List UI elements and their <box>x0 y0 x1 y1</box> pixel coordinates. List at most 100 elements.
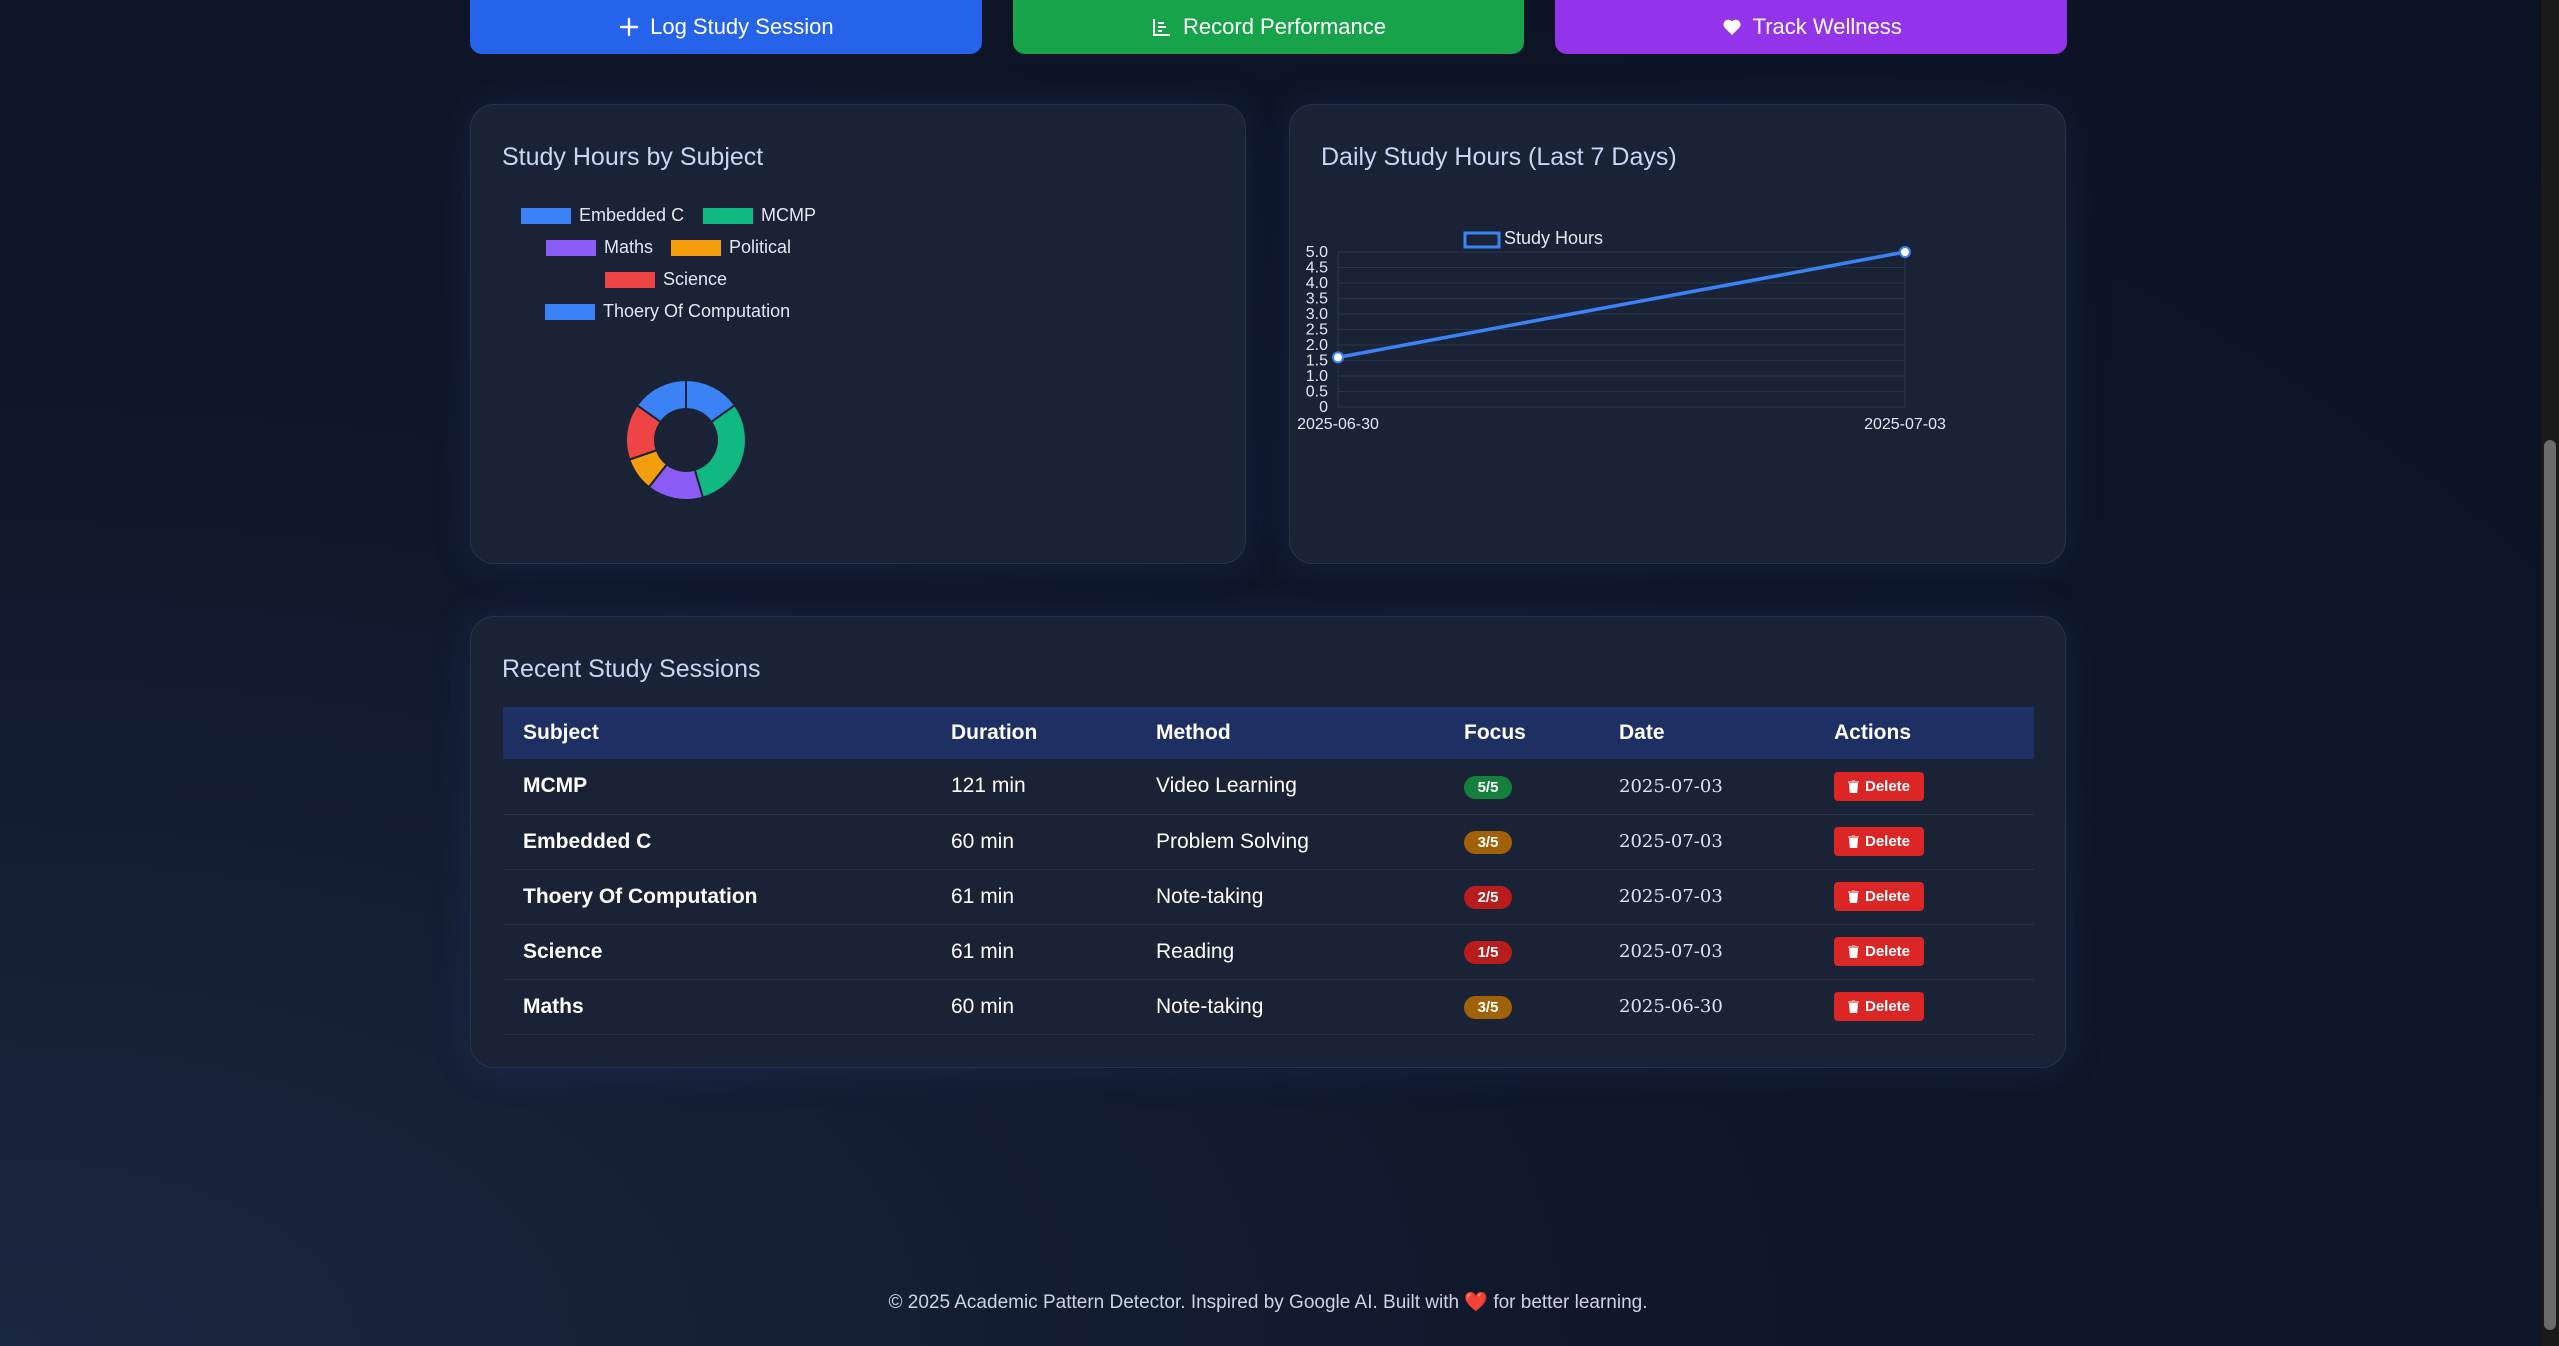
log-study-session-button[interactable]: Log Study Session <box>470 0 982 54</box>
trash-icon <box>1848 1000 1859 1013</box>
y-tick-label: 4.0 <box>1306 275 1328 292</box>
table-row: Thoery Of Computation 61 min Note-taking 2/… <box>503 869 2034 925</box>
log-study-session-label: Log Study Session <box>650 14 834 39</box>
legend-label: Maths <box>604 237 654 257</box>
legend-item-mcmp[interactable]: MCMP <box>703 205 816 226</box>
cell-date: 2025-07-03 <box>1599 814 1814 870</box>
y-tick-label: 3.0 <box>1306 306 1328 323</box>
focus-badge: 3/5 <box>1464 996 1512 1019</box>
legend-item-thoery-of-computation[interactable]: Thoery Of Computation <box>545 301 790 322</box>
cell-duration: 60 min <box>931 979 1136 1035</box>
column-header-focus: Focus <box>1464 721 1526 744</box>
legend-label: MCMP <box>761 205 816 225</box>
delete-label: Delete <box>1865 998 1911 1015</box>
cell-method: Reading <box>1136 924 1444 980</box>
y-tick-label: 0.5 <box>1306 384 1328 401</box>
y-tick-label: 4.5 <box>1306 260 1328 277</box>
sessions-table: Subject Duration Method Focus Date Actio… <box>503 707 2034 1035</box>
delete-button[interactable]: Delete <box>1834 882 1925 911</box>
cell-focus: 3/5 <box>1444 814 1599 870</box>
legend-swatch <box>671 239 721 256</box>
data-point[interactable] <box>1332 351 1344 364</box>
chart-bar-icon <box>1151 16 1173 38</box>
y-tick-label: 0 <box>1319 399 1328 416</box>
cell-subject: Thoery Of Computation <box>503 869 931 925</box>
legend-label: Science <box>663 269 728 289</box>
trash-icon <box>1848 835 1859 848</box>
legend-item-political[interactable]: Political <box>671 237 791 258</box>
cell-actions: Delete <box>1814 869 2034 925</box>
y-tick-label: 2.5 <box>1306 322 1328 339</box>
daily-study-hours-line-chart[interactable]: Study Hours 00.51.01.52.02.53.03.54.04.55… <box>1290 105 2067 565</box>
cell-duration: 121 min <box>931 759 1136 815</box>
legend-item-maths[interactable]: Maths <box>546 237 653 258</box>
record-performance-button[interactable]: Record Performance <box>1012 0 1525 54</box>
study-hours-by-subject-card: Study Hours by Subject Embedded C MCMP M… <box>470 104 1246 564</box>
track-wellness-button[interactable]: Track Wellness <box>1555 0 2068 54</box>
trash-icon <box>1848 945 1859 958</box>
delete-button[interactable]: Delete <box>1834 827 1925 856</box>
cell-method: Video Learning <box>1136 759 1444 815</box>
cell-focus: 1/5 <box>1444 924 1599 980</box>
cell-method: Note-taking <box>1136 979 1444 1035</box>
table-row: Science 61 min Reading 1/5 2025-07-03 Delete <box>503 924 2034 980</box>
focus-badge: 3/5 <box>1464 831 1512 854</box>
x-tick-label: 2025-07-03 <box>1864 416 1946 433</box>
cell-subject: Maths <box>503 979 931 1035</box>
cell-actions: Delete <box>1814 814 2034 870</box>
table-row: Maths 60 min Note-taking 3/5 2025-06-30 Delet… <box>503 979 2034 1035</box>
legend-swatch <box>605 271 655 288</box>
y-tick-label: 5.0 <box>1306 244 1328 261</box>
legend-swatch <box>545 303 595 320</box>
legend-swatch <box>1463 231 1501 249</box>
cell-duration: 61 min <box>931 869 1136 925</box>
plus-icon <box>618 16 640 38</box>
cell-actions: Delete <box>1814 759 2034 815</box>
x-tick-label: 2025-06-30 <box>1297 416 1379 433</box>
delete-button[interactable]: Delete <box>1834 771 1925 801</box>
cell-duration: 61 min <box>931 924 1136 980</box>
daily-study-hours-card: Daily Study Hours (Last 7 Days) Study Ho… <box>1289 104 2066 564</box>
scrollbar-thumb[interactable] <box>2544 440 2556 1330</box>
column-header-duration: Duration <box>951 721 1038 744</box>
legend-item-embedded-c[interactable]: Embedded C <box>521 205 684 226</box>
table-row: MCMP 121 min Video Learning 5/5 2025-07-03 De… <box>503 759 2034 815</box>
subject-doughnut-chart[interactable] <box>571 325 801 555</box>
legend-label[interactable]: Study Hours <box>1504 228 1603 248</box>
column-header-date: Date <box>1619 721 1665 744</box>
data-point[interactable] <box>1899 246 1911 258</box>
y-tick-label: 1.0 <box>1306 368 1328 385</box>
cell-focus: 2/5 <box>1444 869 1599 925</box>
focus-badge: 2/5 <box>1464 886 1512 909</box>
y-tick-label: 2.0 <box>1306 337 1328 354</box>
column-header-actions: Actions <box>1834 721 1912 744</box>
pie-slice-mcmp[interactable] <box>693 403 747 499</box>
delete-label: Delete <box>1865 888 1911 905</box>
delete-button[interactable]: Delete <box>1834 937 1925 966</box>
legend-swatch <box>546 239 596 256</box>
delete-button[interactable]: Delete <box>1834 992 1925 1021</box>
cell-actions: Delete <box>1814 979 2034 1035</box>
card-title: Study Hours by Subject <box>502 143 764 171</box>
column-header-subject: Subject <box>523 721 599 744</box>
legend-swatch <box>521 207 571 224</box>
legend-swatch <box>703 207 753 224</box>
focus-badge: 1/5 <box>1464 941 1512 964</box>
cell-focus: 3/5 <box>1444 979 1599 1035</box>
y-tick-label: 3.5 <box>1306 291 1328 308</box>
heart-icon: ❤️ <box>1464 1292 1489 1313</box>
card-title: Recent Study Sessions <box>502 655 761 683</box>
cell-method: Problem Solving <box>1136 814 1444 870</box>
trash-icon <box>1848 890 1859 903</box>
recent-study-sessions-card: Recent Study Sessions Subject Duration M… <box>470 616 2066 1068</box>
cell-date: 2025-07-03 <box>1599 924 1814 980</box>
cell-subject: Science <box>503 924 931 980</box>
cell-actions: Delete <box>1814 924 2034 980</box>
cell-date: 2025-07-03 <box>1599 869 1814 925</box>
scrollbar[interactable] <box>2541 0 2559 1346</box>
column-header-method: Method <box>1156 721 1231 744</box>
cell-subject: Embedded C <box>503 814 931 870</box>
cell-focus: 5/5 <box>1444 759 1599 815</box>
legend-item-science[interactable]: Science <box>605 269 727 290</box>
delete-label: Delete <box>1865 777 1911 795</box>
